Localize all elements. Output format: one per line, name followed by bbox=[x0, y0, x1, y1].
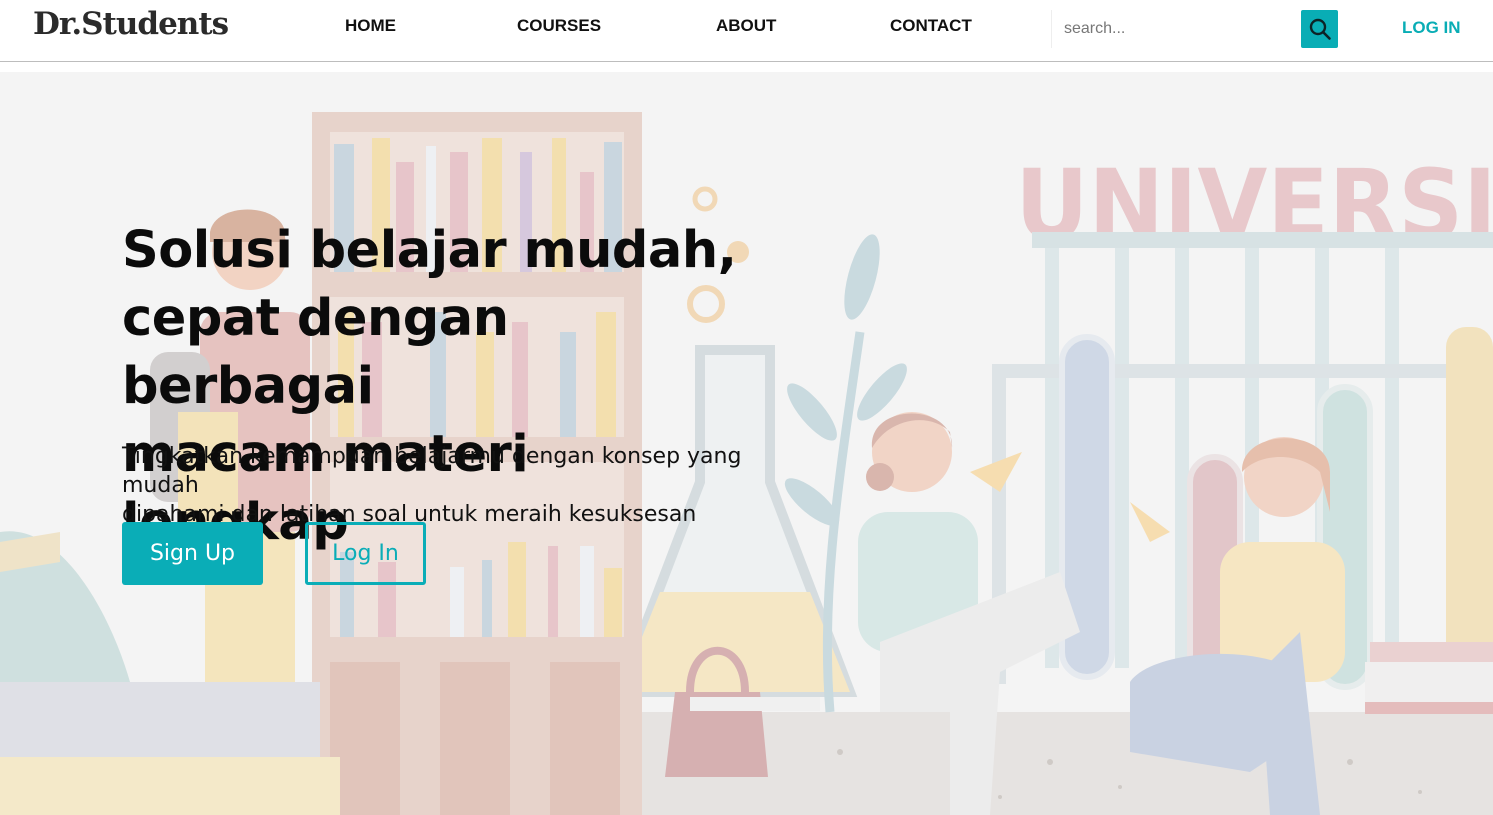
nav-about-link[interactable]: ABOUT bbox=[716, 16, 776, 36]
hero-subtitle: Tingkatkan kemampuan belajarmu dengan ko… bbox=[122, 442, 822, 529]
search-input[interactable] bbox=[1051, 10, 1301, 48]
search-icon bbox=[1309, 18, 1331, 40]
search-button[interactable] bbox=[1301, 10, 1338, 48]
signup-button[interactable]: Sign Up bbox=[122, 522, 263, 585]
hero-title-line: cepat dengan berbagai bbox=[122, 289, 509, 416]
navbar: Dr.Students HOME COURSES ABOUT CONTACT L… bbox=[0, 0, 1493, 62]
nav-contact-link[interactable]: CONTACT bbox=[890, 16, 972, 36]
hero-title-line: Solusi belajar mudah, bbox=[122, 221, 737, 280]
nav-home-link[interactable]: HOME bbox=[345, 16, 396, 36]
nav-login-link[interactable]: LOG IN bbox=[1402, 18, 1461, 38]
hero-subtitle-line: Tingkatkan kemampuan belajarmu dengan ko… bbox=[122, 444, 742, 498]
nav-courses-link[interactable]: COURSES bbox=[517, 16, 601, 36]
brand-logo[interactable]: Dr.Students bbox=[33, 6, 229, 42]
hero-section: UNIVERSITY bbox=[0, 72, 1493, 815]
hero-login-button[interactable]: Log In bbox=[305, 522, 426, 585]
